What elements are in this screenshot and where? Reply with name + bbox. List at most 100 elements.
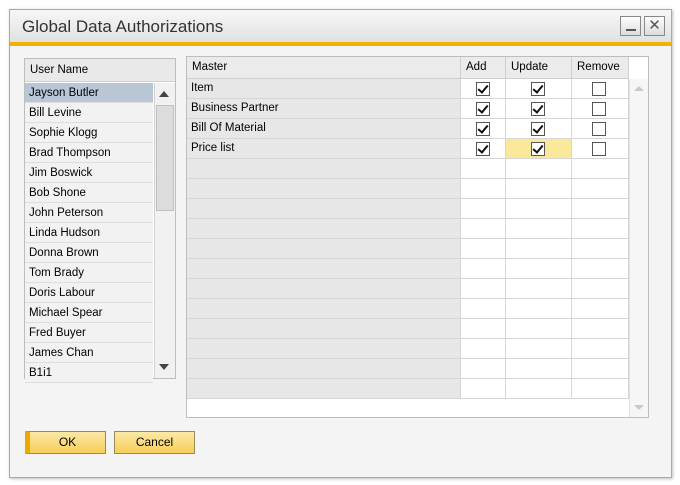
add-cell[interactable] [461, 139, 506, 159]
remove-cell[interactable] [572, 79, 629, 99]
master-cell [187, 199, 461, 219]
remove-checkbox[interactable] [592, 82, 606, 96]
close-button[interactable]: ✕ [644, 16, 665, 36]
user-list-item[interactable]: Sophie Klogg [25, 123, 153, 143]
update-checkbox[interactable] [531, 142, 545, 156]
update-cell [506, 379, 572, 399]
user-list-scrollbar[interactable] [154, 83, 175, 378]
add-cell[interactable] [461, 99, 506, 119]
add-cell [461, 299, 506, 319]
user-list-item[interactable]: Linda Hudson [25, 223, 153, 243]
column-header-remove: Remove [572, 57, 629, 79]
update-checkbox[interactable] [531, 122, 545, 136]
user-list-item[interactable]: Jayson Butler [25, 83, 153, 103]
window-title: Global Data Authorizations [22, 17, 224, 36]
add-cell[interactable] [461, 79, 506, 99]
update-cell[interactable] [506, 139, 572, 159]
scroll-down-icon[interactable] [634, 405, 644, 410]
user-list-item[interactable]: Fred Buyer [25, 323, 153, 343]
add-checkbox[interactable] [476, 102, 490, 116]
grid-row [187, 199, 629, 219]
master-cell: Item [187, 79, 461, 99]
update-cell[interactable] [506, 119, 572, 139]
grid-row [187, 239, 629, 259]
user-list-item[interactable]: Tom Brady [25, 263, 153, 283]
grid-row: Business Partner [187, 99, 629, 119]
update-cell [506, 279, 572, 299]
user-list-item[interactable]: B1i1 [25, 363, 153, 383]
update-cell [506, 319, 572, 339]
add-cell [461, 159, 506, 179]
remove-cell [572, 159, 629, 179]
update-checkbox[interactable] [531, 82, 545, 96]
grid-row [187, 299, 629, 319]
update-cell [506, 259, 572, 279]
user-list-item[interactable]: Doris Labour [25, 283, 153, 303]
title-bar[interactable]: Global Data Authorizations ✕ [10, 10, 671, 42]
add-cell [461, 339, 506, 359]
column-header-update: Update [506, 57, 572, 79]
minimize-button[interactable] [620, 16, 641, 36]
remove-cell [572, 359, 629, 379]
remove-cell [572, 219, 629, 239]
master-cell: Bill Of Material [187, 119, 461, 139]
remove-cell[interactable] [572, 119, 629, 139]
add-cell [461, 359, 506, 379]
remove-checkbox[interactable] [592, 122, 606, 136]
update-cell[interactable] [506, 79, 572, 99]
update-cell [506, 339, 572, 359]
add-checkbox[interactable] [476, 82, 490, 96]
grid-scrollbar[interactable] [629, 79, 648, 417]
remove-cell [572, 279, 629, 299]
update-cell [506, 239, 572, 259]
master-cell [187, 159, 461, 179]
scroll-thumb[interactable] [156, 105, 174, 211]
user-list-item[interactable]: John Peterson [25, 203, 153, 223]
update-cell [506, 219, 572, 239]
master-cell [187, 299, 461, 319]
add-checkbox[interactable] [476, 122, 490, 136]
add-cell [461, 219, 506, 239]
add-cell[interactable] [461, 119, 506, 139]
add-cell [461, 379, 506, 399]
scroll-up-icon[interactable] [634, 86, 644, 91]
grid-row [187, 379, 629, 399]
remove-cell[interactable] [572, 139, 629, 159]
remove-checkbox[interactable] [592, 102, 606, 116]
add-cell [461, 259, 506, 279]
update-cell[interactable] [506, 99, 572, 119]
user-list-item[interactable]: Donna Brown [25, 243, 153, 263]
remove-cell [572, 339, 629, 359]
master-cell [187, 219, 461, 239]
update-checkbox[interactable] [531, 102, 545, 116]
column-header-master: Master [187, 57, 461, 79]
add-checkbox[interactable] [476, 142, 490, 156]
remove-cell [572, 179, 629, 199]
user-list-item[interactable]: Jim Boswick [25, 163, 153, 183]
update-cell [506, 359, 572, 379]
grid-row: Price list [187, 139, 629, 159]
grid-row [187, 339, 629, 359]
master-cell [187, 259, 461, 279]
remove-cell [572, 299, 629, 319]
master-cell [187, 319, 461, 339]
update-cell [506, 199, 572, 219]
user-list-item[interactable]: Bill Levine [25, 103, 153, 123]
grid-row: Bill Of Material [187, 119, 629, 139]
remove-cell[interactable] [572, 99, 629, 119]
scroll-down-icon[interactable] [159, 364, 169, 370]
user-list-item[interactable]: Michael Spear [25, 303, 153, 323]
remove-cell [572, 259, 629, 279]
user-list-item[interactable]: Brad Thompson [25, 143, 153, 163]
ok-button[interactable]: OK [25, 431, 106, 454]
cancel-button[interactable]: Cancel [114, 431, 195, 454]
remove-cell [572, 379, 629, 399]
add-cell [461, 319, 506, 339]
grid-row [187, 259, 629, 279]
remove-cell [572, 319, 629, 339]
scroll-up-icon[interactable] [159, 91, 169, 97]
master-cell [187, 379, 461, 399]
user-list-item[interactable]: James Chan [25, 343, 153, 363]
user-list-item[interactable]: Bob Shone [25, 183, 153, 203]
remove-checkbox[interactable] [592, 142, 606, 156]
